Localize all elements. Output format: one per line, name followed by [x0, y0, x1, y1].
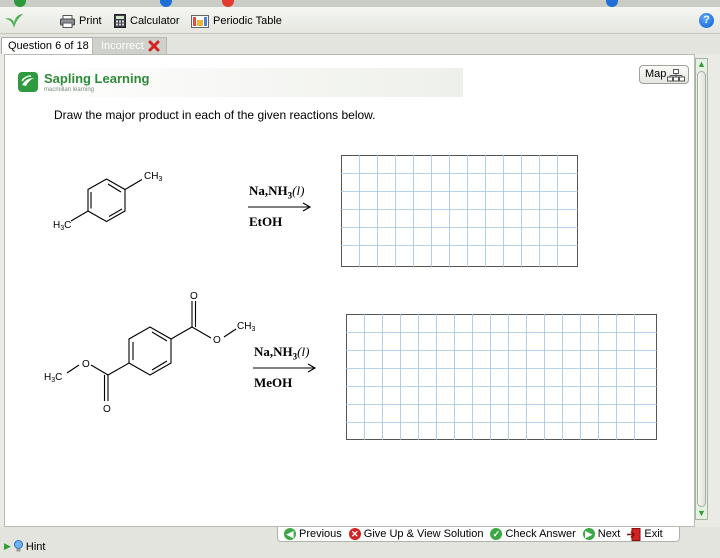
question-panel: Sapling Learning macmillan learning Map … [4, 54, 695, 527]
sitemap-icon [667, 69, 685, 82]
sapling-logo-icon [18, 72, 38, 92]
ester-bottom-o: O [82, 359, 90, 370]
reagent-1-state: (l) [292, 183, 305, 198]
next-button[interactable]: ▶ Next [582, 528, 621, 540]
calculator-label: Calculator [130, 15, 180, 27]
drawing-area-2[interactable] [346, 314, 657, 440]
status-dot-icon [222, 0, 234, 7]
give-up-x-icon: ✕ [348, 528, 361, 540]
print-button[interactable]: Print [60, 13, 102, 29]
periodic-table-icon [191, 14, 209, 28]
carbonyl-top-o: O [190, 291, 198, 302]
printer-icon [60, 14, 75, 28]
hint-label: Hint [25, 540, 46, 553]
carbonyl-bottom-o: O [103, 404, 111, 415]
ester-top-methyl: CH3 [237, 321, 255, 333]
reaction-2-arrow [253, 363, 317, 373]
calculator-icon [114, 14, 126, 28]
map-label: Map [645, 68, 667, 80]
tab-status[interactable]: Incorrect [92, 37, 167, 54]
periodic-table-button[interactable]: Periodic Table [191, 13, 282, 29]
navigation-bar: ◀ Previous ✕ Give Up & View Solution ✓ C… [277, 527, 680, 542]
reagent-1-main: Na,NH [249, 183, 288, 198]
reaction-1-reagent: Na,NH3(l) EtOH [248, 183, 319, 230]
expand-arrow-icon: ▶ [4, 541, 11, 551]
brand-name: Sapling Learning [44, 71, 150, 86]
methyl-bottom-label: H3C [53, 220, 71, 232]
ester-bottom-methyl: H3C [44, 372, 62, 384]
next-label: Next [597, 528, 621, 540]
scrollbar[interactable]: ▲ ▼ [695, 58, 708, 520]
sapling-logo: Sapling Learning macmillan learning [15, 68, 463, 97]
periodic-table-label: Periodic Table [213, 15, 282, 27]
scrollbar-thumb[interactable] [697, 71, 706, 507]
check-answer-button[interactable]: ✓ Check Answer [490, 528, 576, 540]
previous-arrow-icon: ◀ [284, 528, 296, 540]
next-arrow-icon: ▶ [582, 528, 595, 540]
reagent-2-state: (l) [297, 344, 310, 359]
status-dot-icon [160, 0, 172, 7]
lightbulb-icon [13, 540, 23, 552]
reaction-1-structure: CH3 H3C [53, 171, 162, 232]
map-button[interactable]: Map [639, 65, 689, 84]
solvent-2: MeOH [254, 374, 293, 390]
sapling-leaf-icon [5, 14, 23, 28]
checkmark-icon: ✓ [490, 528, 503, 540]
status-label: Incorrect [101, 40, 144, 52]
reaction-1-arrow [248, 202, 312, 212]
status-dot-icon [14, 0, 26, 7]
hint-button[interactable]: ▶ Hint [4, 540, 45, 553]
red-x-icon [148, 40, 160, 52]
toolbar: Print Calculator Periodic Table ? [0, 7, 720, 34]
bottom-bar: ▶ Hint ◀ Previous ✕ Give Up & View Solut… [0, 527, 720, 558]
reaction-2-structure: O O CH3 O O H3C [44, 291, 255, 415]
drawing-area-1[interactable] [341, 155, 578, 267]
scroll-up-icon[interactable]: ▲ [697, 59, 706, 69]
scroll-down-icon[interactable]: ▼ [697, 508, 706, 518]
ester-top-o: O [213, 335, 221, 346]
exit-label: Exit [644, 528, 663, 540]
previous-button[interactable]: ◀ Previous [284, 528, 342, 540]
reagent-2-main: Na,NH [254, 344, 293, 359]
brand-sub: macmillan learning [44, 87, 95, 93]
tab-question[interactable]: Question 6 of 18 [1, 37, 96, 54]
previous-label: Previous [299, 528, 342, 540]
solvent-1: EtOH [249, 213, 283, 229]
print-label: Print [79, 15, 102, 27]
status-dot-icon [606, 0, 618, 7]
top-strip [0, 0, 720, 7]
help-icon[interactable]: ? [699, 13, 714, 28]
calculator-button[interactable]: Calculator [114, 13, 180, 29]
question-instruction: Draw the major product in each of the gi… [54, 108, 376, 122]
methyl-top-label: CH3 [144, 171, 162, 183]
exit-door-icon [627, 527, 641, 541]
check-answer-label: Check Answer [505, 528, 576, 540]
tab-bar: Question 6 of 18 Incorrect [0, 34, 720, 54]
give-up-label: Give Up & View Solution [363, 528, 484, 540]
exit-button[interactable]: Exit [627, 527, 663, 541]
reaction-2-reagent: Na,NH3(l) MeOH [253, 344, 324, 391]
give-up-button[interactable]: ✕ Give Up & View Solution [348, 528, 484, 540]
